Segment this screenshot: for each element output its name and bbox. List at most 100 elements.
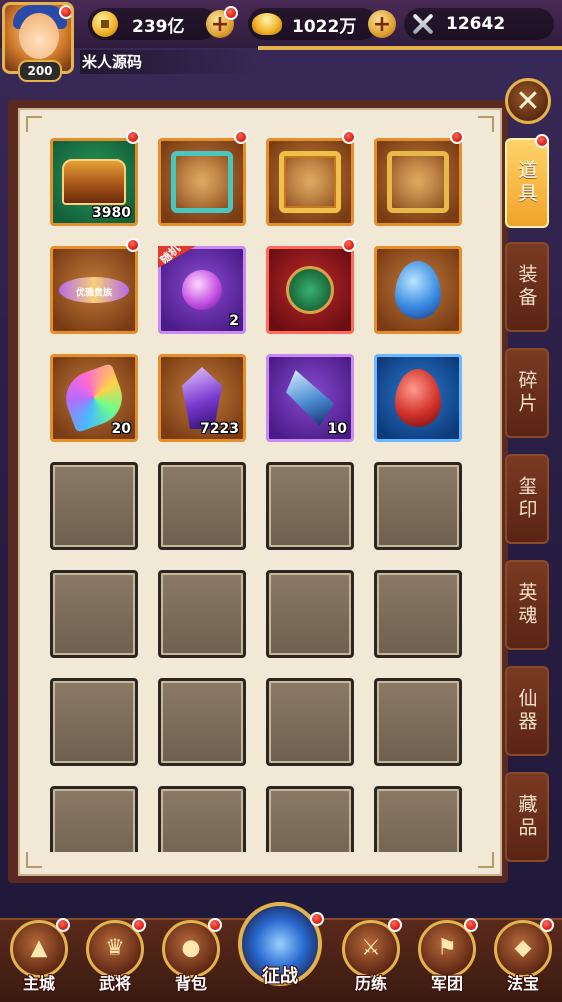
- item-slot-12[interactable]: [374, 354, 462, 442]
- nav-label: 征战: [262, 966, 298, 987]
- avatar-face: [19, 13, 59, 59]
- nav-legion[interactable]: ⚑ 军团: [412, 916, 482, 998]
- nav-label: 主城: [22, 974, 55, 993]
- training-glyph: ⚔: [361, 935, 381, 961]
- tab-label: 仙器: [515, 688, 538, 734]
- empty-slot[interactable]: [158, 786, 246, 852]
- gold-ingot-icon: [252, 13, 282, 35]
- dragon-avatar-frame-icon: [279, 151, 341, 213]
- item-count: 3980: [92, 205, 131, 221]
- panel-corner-ornament: [26, 852, 42, 868]
- city-glyph: ▲: [30, 935, 48, 961]
- item-slot-2-notification-dot: [234, 130, 248, 144]
- item-slot-9[interactable]: 20: [50, 354, 138, 442]
- item-count: 10: [327, 421, 347, 437]
- empty-slot[interactable]: [266, 462, 354, 550]
- empty-slot[interactable]: [374, 570, 462, 658]
- empty-slot[interactable]: [158, 678, 246, 766]
- tab-label: 道具: [515, 160, 538, 206]
- nav-label: 法宝: [506, 974, 539, 993]
- empty-slot[interactable]: [266, 786, 354, 852]
- random-tag: 随机: [158, 246, 196, 268]
- tab-fragments[interactable]: 碎片: [505, 348, 549, 438]
- item-slot-1-notification-dot: [126, 130, 140, 144]
- item-count: 7223: [200, 421, 239, 437]
- nav-generals-notification-dot: [132, 918, 146, 932]
- nav-backpack[interactable]: ● 背包: [156, 916, 226, 998]
- tab-items-notification-dot: [535, 134, 549, 148]
- item-slot-3[interactable]: [266, 138, 354, 226]
- tab-collection[interactable]: 藏品: [505, 772, 549, 862]
- jade-pendant-icon: [286, 266, 334, 314]
- treasure-glyph: ◆: [514, 935, 532, 961]
- title-text: 优雅贵族: [75, 288, 113, 299]
- nav-label: 军团: [430, 974, 463, 993]
- empty-slot[interactable]: [374, 678, 462, 766]
- nav-campaign[interactable]: 征战: [234, 898, 326, 987]
- tab-artifacts[interactable]: 仙器: [505, 666, 549, 756]
- violet-crystal-icon: [182, 367, 222, 429]
- nav-label: 背包: [174, 974, 207, 993]
- tab-label: 玺印: [515, 476, 538, 522]
- nav-main-city[interactable]: ▲ 主城: [4, 916, 74, 998]
- item-slot-11[interactable]: 10: [266, 354, 354, 442]
- legion-glyph: ⚑: [437, 935, 457, 961]
- item-slot-7[interactable]: [266, 246, 354, 334]
- empty-slot[interactable]: [50, 570, 138, 658]
- close-button[interactable]: ✕: [505, 78, 551, 124]
- empty-slot[interactable]: [374, 786, 462, 852]
- item-slot-1[interactable]: 3980: [50, 138, 138, 226]
- tab-hero-souls[interactable]: 英魂: [505, 560, 549, 650]
- tab-items[interactable]: 道具: [505, 134, 549, 228]
- crossed-swords-icon: [410, 11, 436, 37]
- copper-amount: 239亿: [132, 16, 185, 37]
- item-slot-5[interactable]: 优雅贵族: [50, 246, 138, 334]
- item-slot-10[interactable]: 7223: [158, 354, 246, 442]
- treasure-chest-icon: [62, 159, 126, 205]
- empty-slot[interactable]: [50, 786, 138, 852]
- nav-label: 武将: [98, 974, 131, 993]
- add-copper-notification-dot: [224, 6, 238, 20]
- item-slot-8[interactable]: [374, 246, 462, 334]
- add-gold-button[interactable]: +: [368, 10, 396, 38]
- golden-avatar-frame-icon: [387, 151, 449, 213]
- tab-label: 装备: [515, 264, 538, 310]
- avatar-notification-dot: [59, 5, 71, 19]
- nav-treasure-notification-dot: [540, 918, 554, 932]
- item-slot-6[interactable]: 随机 2: [158, 246, 246, 334]
- item-slot-2[interactable]: [158, 138, 246, 226]
- add-copper-button[interactable]: +: [206, 6, 238, 38]
- blue-egg-icon: [395, 261, 441, 319]
- tab-equipment[interactable]: 装备: [505, 242, 549, 332]
- item-slot-4[interactable]: [374, 138, 462, 226]
- teal-avatar-frame-icon: [171, 151, 233, 213]
- empty-slot[interactable]: [50, 678, 138, 766]
- random-orb-icon: [182, 270, 222, 310]
- item-slot-3-notification-dot: [342, 130, 356, 144]
- tab-seals[interactable]: 玺印: [505, 454, 549, 544]
- nav-generals[interactable]: ♛ 武将: [80, 916, 150, 998]
- empty-slot[interactable]: [50, 462, 138, 550]
- ice-crystal-icon: [286, 370, 334, 426]
- item-slot-7-notification-dot: [342, 238, 356, 252]
- item-count: 20: [111, 421, 131, 437]
- general-glyph: ♛: [105, 935, 125, 961]
- random-tag-label: 随机: [157, 241, 183, 267]
- empty-slot[interactable]: [374, 462, 462, 550]
- power-display: 12642: [410, 8, 505, 40]
- top-bar-divider: [258, 46, 562, 50]
- empty-slot[interactable]: [266, 570, 354, 658]
- nav-training[interactable]: ⚔ 历练: [336, 916, 406, 998]
- power-amount: 12642: [446, 14, 506, 34]
- item-count: 2: [229, 313, 239, 329]
- nav-label: 历练: [354, 974, 387, 993]
- nav-campaign-notification-dot: [310, 912, 324, 926]
- gold-amount: 1022万: [292, 16, 357, 37]
- empty-slot[interactable]: [158, 462, 246, 550]
- empty-slot[interactable]: [158, 570, 246, 658]
- empty-slot[interactable]: [266, 678, 354, 766]
- red-egg-icon: [395, 369, 441, 427]
- nav-treasure[interactable]: ◆ 法宝: [488, 916, 558, 998]
- copper-display: 239亿: [92, 8, 185, 40]
- player-name: 米人源码: [80, 50, 262, 74]
